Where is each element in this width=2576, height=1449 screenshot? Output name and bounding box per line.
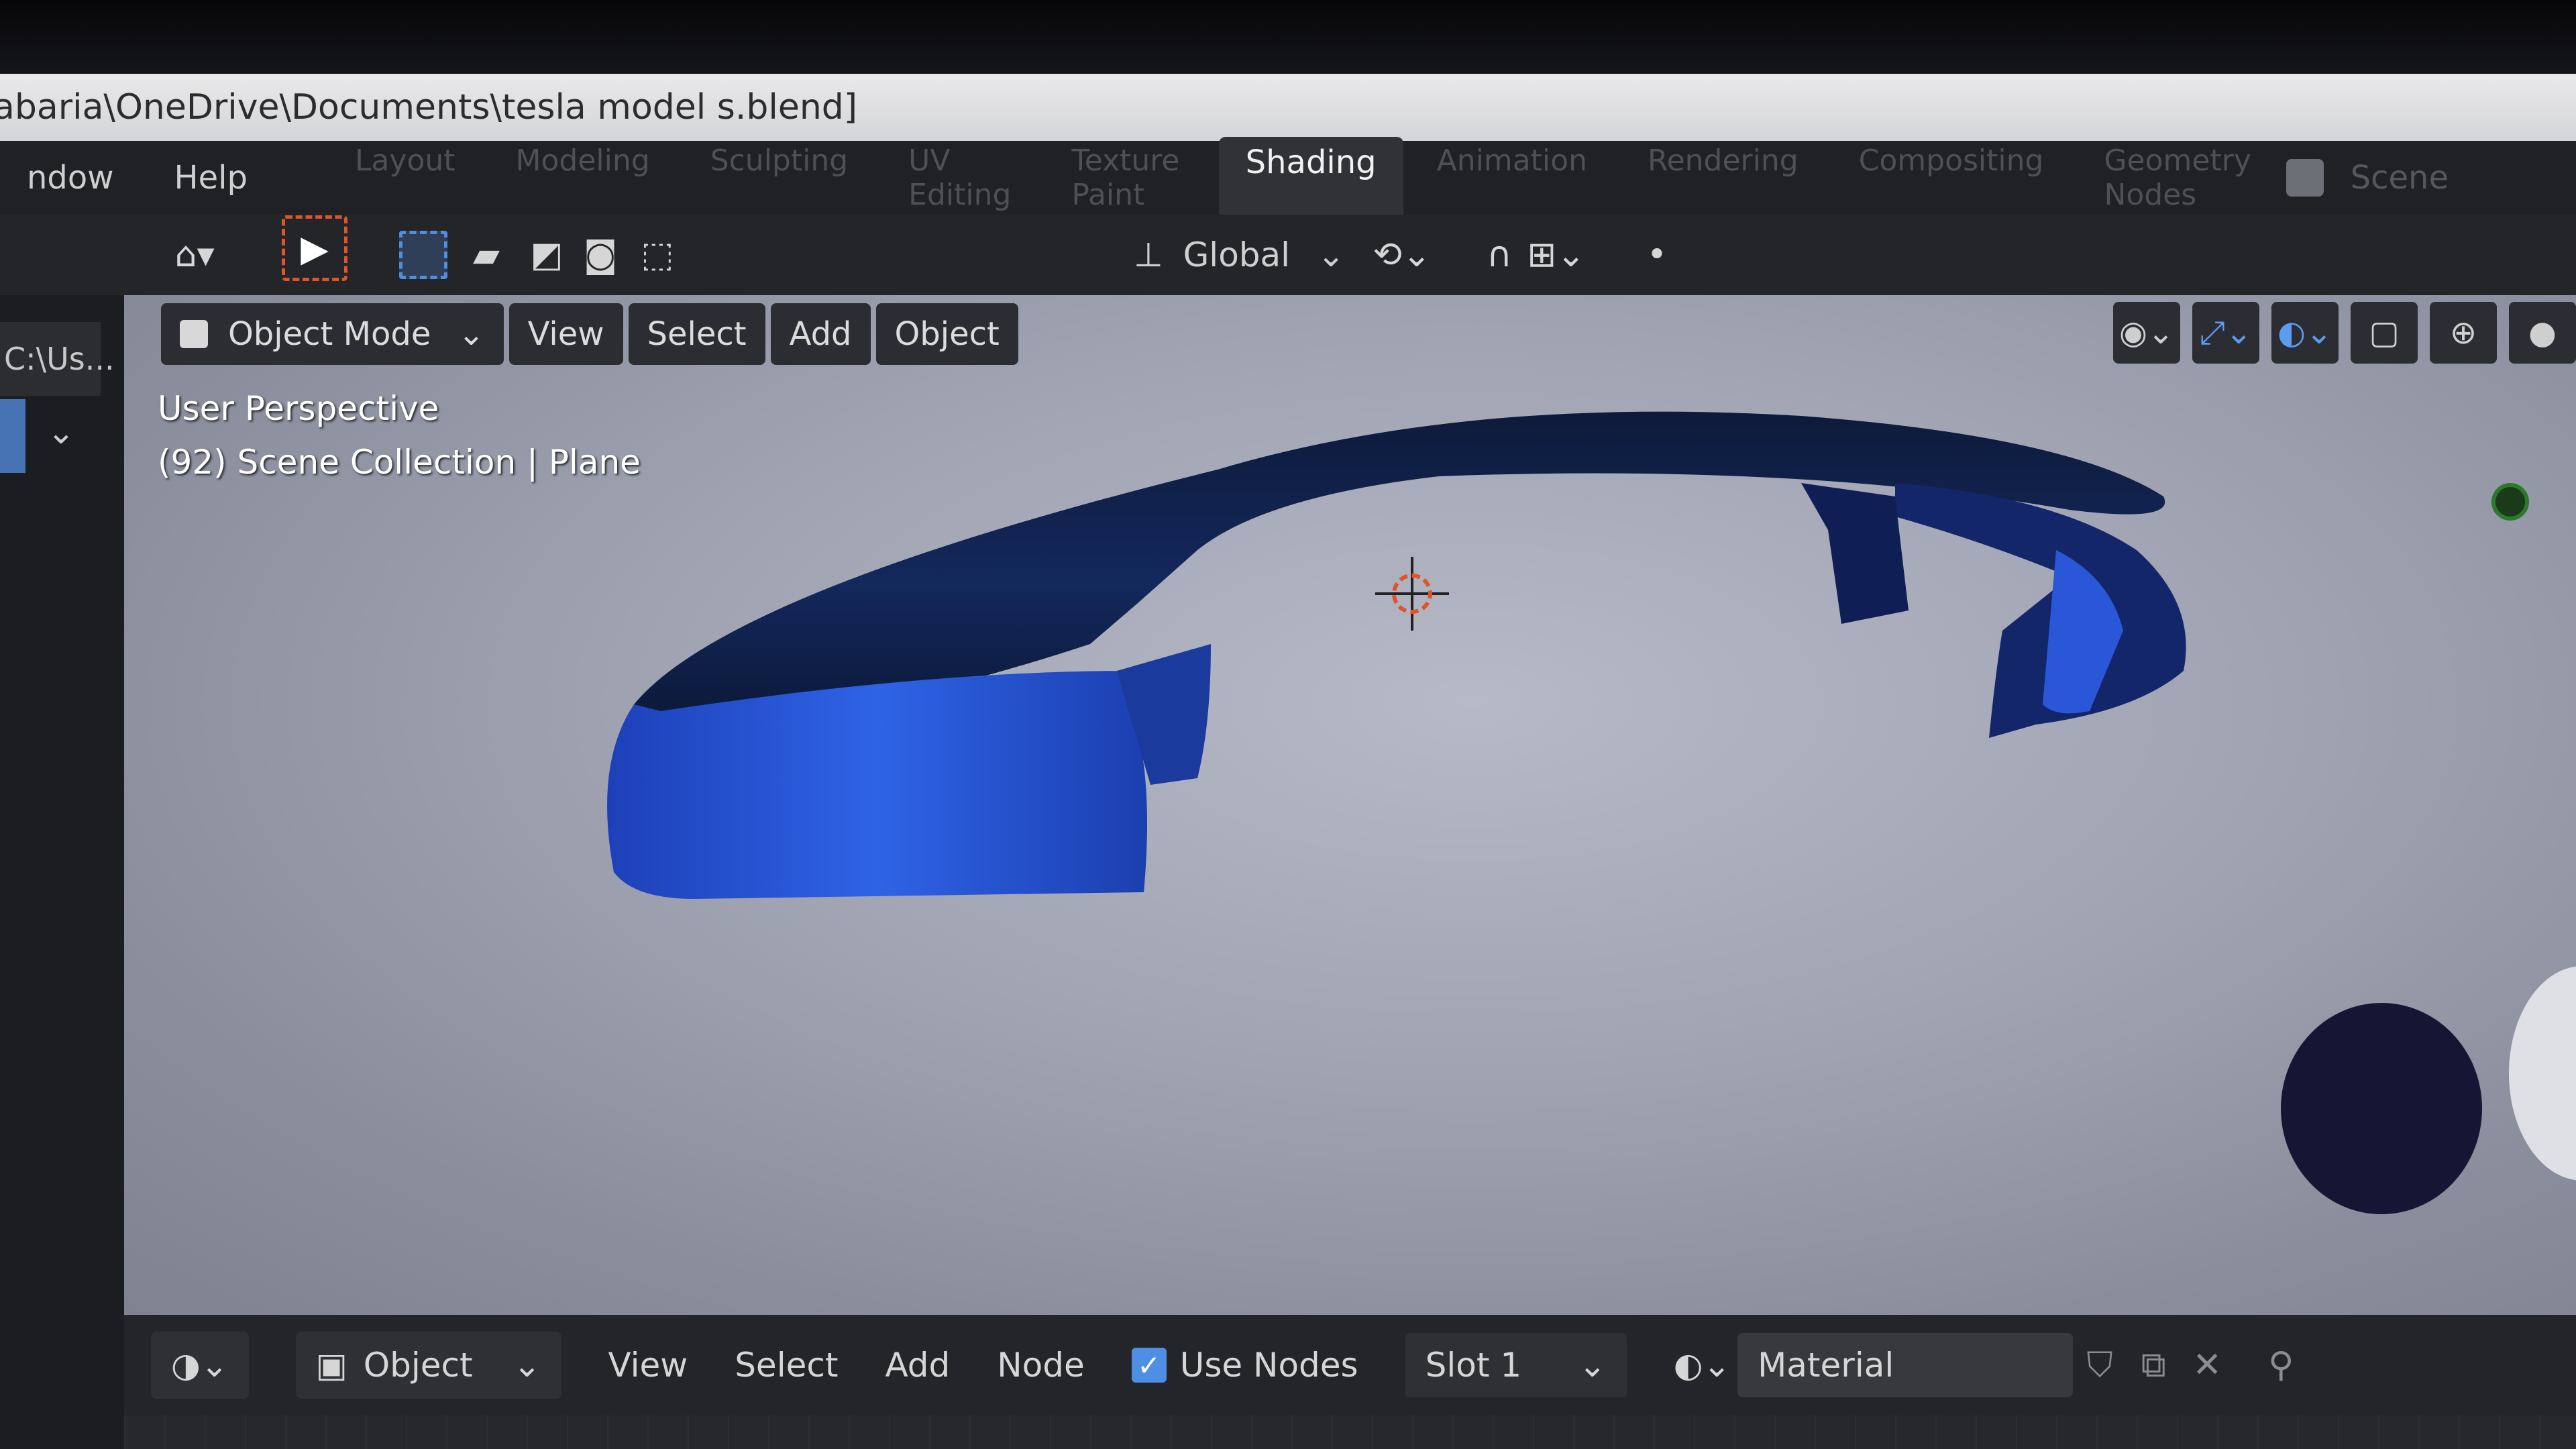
cursor-ring bbox=[1392, 574, 1432, 614]
tab-texture-paint[interactable]: Texture Paint bbox=[1044, 137, 1212, 219]
node-editor-grid bbox=[124, 1415, 2576, 1449]
tab-uv-editing[interactable]: UV Editing bbox=[881, 137, 1038, 219]
pin-icon[interactable]: ⚲ bbox=[2254, 1338, 2308, 1392]
gizmo-axis-dot[interactable] bbox=[2491, 483, 2529, 521]
workspace-tabs: Layout Modeling Sculpting UV Editing Tex… bbox=[328, 137, 2286, 219]
fake-user-shield-icon[interactable]: ⛉ bbox=[2073, 1338, 2127, 1392]
snap-target-dropdown[interactable]: ⊞⌄ bbox=[1527, 227, 1586, 283]
orientation-label: Global bbox=[1183, 235, 1291, 274]
car-body-model[interactable] bbox=[124, 295, 2576, 1315]
slot-label: Slot 1 bbox=[1425, 1346, 1522, 1385]
node-menu-select[interactable]: Select bbox=[735, 1346, 838, 1385]
3d-cursor[interactable] bbox=[1375, 557, 1449, 631]
chevron-down-icon: ⌄ bbox=[1578, 1346, 1607, 1385]
material-sphere-icon: ◐⌄ bbox=[1673, 1346, 1731, 1385]
shader-editor-icon: ◑⌄ bbox=[171, 1346, 229, 1385]
left-active-indicator bbox=[0, 399, 25, 473]
transform-orientation-dropdown[interactable]: ⊥ Global ⌄ bbox=[1134, 227, 1345, 283]
tab-compositing[interactable]: Compositing bbox=[1832, 137, 2071, 219]
tab-animation[interactable]: Animation bbox=[1410, 137, 1614, 219]
select-extend-button[interactable]: ▰ bbox=[460, 227, 513, 283]
select-extend-icon: ▰ bbox=[473, 235, 500, 275]
axis-icon: ⊥ bbox=[1134, 235, 1163, 274]
shader-editor-header: ◑⌄ ▣ Object ⌄ View Select Add Node ✓ Use… bbox=[124, 1315, 2576, 1449]
tool-header: ⌂▾ ▶ ▰ ◩ ◙ ⬚ ⊥ Global ⌄ ⟲⌄ ∩ ⊞⌄ • bbox=[0, 215, 2576, 295]
unlink-close-icon[interactable]: ✕ bbox=[2180, 1338, 2234, 1392]
cursor-arrow-icon: ▶ bbox=[282, 215, 347, 281]
scene-selector[interactable]: Scene bbox=[2286, 159, 2576, 197]
left-side-panel: C:\Us... ⌄ bbox=[0, 295, 124, 1449]
use-nodes-label: Use Nodes bbox=[1179, 1346, 1358, 1385]
editor-type-dropdown[interactable]: ◑⌄ bbox=[151, 1332, 249, 1399]
menu-window[interactable]: ndow bbox=[27, 159, 114, 197]
top-menu-bar: ndow Help Layout Modeling Sculpting UV E… bbox=[0, 137, 2576, 219]
chevron-down-icon[interactable]: ⌄ bbox=[47, 413, 75, 451]
tool-settings-dropdown[interactable]: ⌂▾ bbox=[168, 227, 221, 283]
select-intersect-icon: ⬚ bbox=[641, 235, 674, 275]
tab-rendering[interactable]: Rendering bbox=[1621, 137, 1825, 219]
shader-type-label: Object bbox=[363, 1346, 473, 1385]
3d-viewport[interactable]: Object Mode ⌄ View Select Add Object Use… bbox=[124, 295, 2576, 1315]
material-browse-dropdown[interactable]: ◐⌄ bbox=[1674, 1346, 1731, 1385]
tab-shading[interactable]: Shading bbox=[1218, 137, 1403, 219]
node-menu-add[interactable]: Add bbox=[885, 1346, 950, 1385]
shader-type-dropdown[interactable]: ▣ Object ⌄ bbox=[295, 1332, 561, 1399]
object-icon: ▣ bbox=[315, 1346, 347, 1385]
material-name: Material bbox=[1758, 1346, 1894, 1385]
select-new-button[interactable] bbox=[399, 227, 447, 283]
proportional-edit-toggle[interactable]: • bbox=[1630, 227, 1684, 283]
scene-icon bbox=[2286, 159, 2324, 197]
left-tab-label[interactable]: C:\Us... bbox=[0, 322, 115, 396]
tab-sculpting[interactable]: Sculpting bbox=[684, 137, 875, 219]
select-invert-icon: ◙ bbox=[583, 235, 618, 275]
rear-panel bbox=[1801, 483, 1909, 624]
magnet-icon: ∩ bbox=[1486, 235, 1513, 275]
node-menu-view[interactable]: View bbox=[608, 1346, 688, 1385]
slot-dropdown[interactable]: Slot 1 ⌄ bbox=[1405, 1333, 1627, 1397]
select-box-icon bbox=[399, 231, 447, 279]
snap-increment-icon: ⊞⌄ bbox=[1527, 235, 1586, 275]
use-nodes-checkbox[interactable]: ✓ Use Nodes bbox=[1131, 1346, 1358, 1385]
select-intersect-button[interactable]: ⬚ bbox=[631, 227, 684, 283]
pivot-point-dropdown[interactable]: ⟲⌄ bbox=[1373, 227, 1432, 283]
chevron-down-icon: ⌄ bbox=[1317, 235, 1345, 274]
tool-settings-icon: ⌂▾ bbox=[174, 235, 215, 275]
proportional-edit-icon: • bbox=[1646, 235, 1668, 275]
rear-quarter bbox=[1895, 483, 2186, 738]
monitor-bezel bbox=[0, 0, 2576, 74]
select-invert-button[interactable]: ◙ bbox=[574, 227, 627, 283]
menu-help[interactable]: Help bbox=[174, 159, 248, 197]
tab-modeling[interactable]: Modeling bbox=[489, 137, 677, 219]
chevron-down-icon: ⌄ bbox=[513, 1346, 541, 1385]
tab-layout[interactable]: Layout bbox=[328, 137, 482, 219]
material-preview-ball bbox=[2281, 1003, 2482, 1214]
pivot-icon: ⟲⌄ bbox=[1373, 235, 1432, 275]
scene-label: Scene bbox=[2350, 159, 2449, 197]
material-name-field[interactable]: Material bbox=[1737, 1333, 2074, 1397]
select-subtract-icon: ◩ bbox=[530, 235, 564, 275]
node-menu-node[interactable]: Node bbox=[997, 1346, 1085, 1385]
select-tool-button[interactable]: ▶ bbox=[282, 215, 347, 281]
file-path-title: abaria\OneDrive\Documents\tesla model s.… bbox=[0, 87, 858, 127]
select-subtract-button[interactable]: ◩ bbox=[520, 227, 574, 283]
shader-editor-toolbar: ◑⌄ ▣ Object ⌄ View Select Add Node ✓ Use… bbox=[151, 1328, 2308, 1402]
snap-toggle[interactable]: ∩ bbox=[1472, 227, 1526, 283]
duplicate-material-icon[interactable]: ⧉ bbox=[2127, 1338, 2180, 1392]
window-title-bar: abaria\OneDrive\Documents\tesla model s.… bbox=[0, 74, 2576, 141]
tab-geometry-nodes[interactable]: Geometry Nodes bbox=[2077, 137, 2279, 219]
checkmark-icon: ✓ bbox=[1131, 1348, 1167, 1383]
